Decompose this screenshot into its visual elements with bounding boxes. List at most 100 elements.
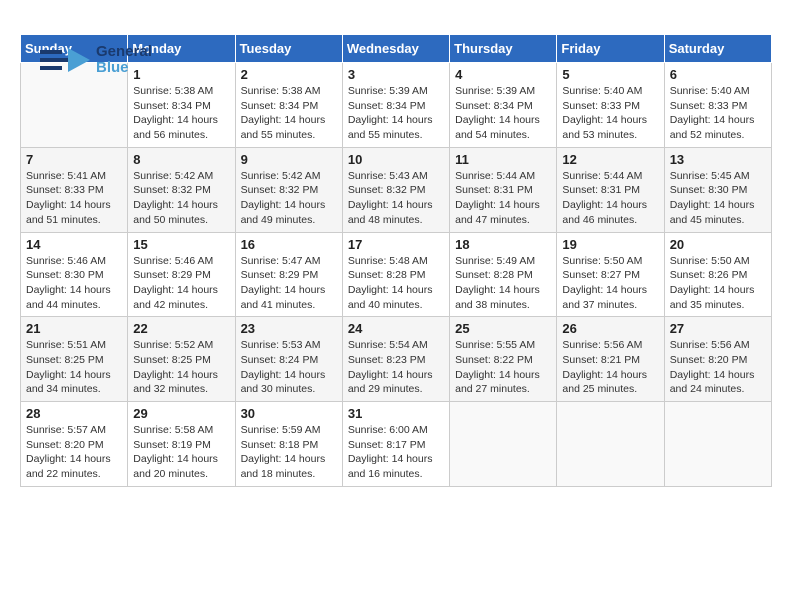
cell-date: 7 [26, 152, 122, 167]
cell-info: Sunrise: 5:41 AMSunset: 8:33 PMDaylight:… [26, 169, 122, 228]
calendar-cell: 22 Sunrise: 5:52 AMSunset: 8:25 PMDayligh… [128, 317, 235, 402]
cell-info: Sunrise: 5:39 AMSunset: 8:34 PMDaylight:… [348, 84, 444, 143]
calendar-cell: 29 Sunrise: 5:58 AMSunset: 8:19 PMDayligh… [128, 402, 235, 487]
cell-info: Sunrise: 5:42 AMSunset: 8:32 PMDaylight:… [133, 169, 229, 228]
calendar-cell: 14 Sunrise: 5:46 AMSunset: 8:30 PMDayligh… [21, 232, 128, 317]
cell-date: 28 [26, 406, 122, 421]
calendar-cell: 10 Sunrise: 5:43 AMSunset: 8:32 PMDayligh… [342, 147, 449, 232]
cell-date: 19 [562, 237, 658, 252]
cell-date: 29 [133, 406, 229, 421]
cell-date: 14 [26, 237, 122, 252]
calendar-cell: 21 Sunrise: 5:51 AMSunset: 8:25 PMDayligh… [21, 317, 128, 402]
cell-info: Sunrise: 5:50 AMSunset: 8:27 PMDaylight:… [562, 254, 658, 313]
cell-date: 27 [670, 321, 766, 336]
cell-date: 22 [133, 321, 229, 336]
cell-info: Sunrise: 5:49 AMSunset: 8:28 PMDaylight:… [455, 254, 551, 313]
calendar-cell: 5 Sunrise: 5:40 AMSunset: 8:33 PMDaylight… [557, 63, 664, 148]
cell-info: Sunrise: 5:47 AMSunset: 8:29 PMDaylight:… [241, 254, 337, 313]
cell-date: 21 [26, 321, 122, 336]
cell-info: Sunrise: 5:48 AMSunset: 8:28 PMDaylight:… [348, 254, 444, 313]
cell-info: Sunrise: 5:52 AMSunset: 8:25 PMDaylight:… [133, 338, 229, 397]
cell-date: 17 [348, 237, 444, 252]
cell-info: Sunrise: 5:53 AMSunset: 8:24 PMDaylight:… [241, 338, 337, 397]
cell-date: 25 [455, 321, 551, 336]
calendar-cell: 16 Sunrise: 5:47 AMSunset: 8:29 PMDayligh… [235, 232, 342, 317]
cell-info: Sunrise: 5:51 AMSunset: 8:25 PMDaylight:… [26, 338, 122, 397]
calendar-cell: 6 Sunrise: 5:40 AMSunset: 8:33 PMDaylight… [664, 63, 771, 148]
cell-date: 23 [241, 321, 337, 336]
weekday-header-saturday: Saturday [664, 35, 771, 63]
cell-date: 11 [455, 152, 551, 167]
calendar-cell: 23 Sunrise: 5:53 AMSunset: 8:24 PMDayligh… [235, 317, 342, 402]
calendar-cell: 17 Sunrise: 5:48 AMSunset: 8:28 PMDayligh… [342, 232, 449, 317]
cell-date: 9 [241, 152, 337, 167]
cell-date: 10 [348, 152, 444, 167]
cell-date: 3 [348, 67, 444, 82]
weekday-header-friday: Friday [557, 35, 664, 63]
cell-info: Sunrise: 5:39 AMSunset: 8:34 PMDaylight:… [455, 84, 551, 143]
logo-general: General [96, 43, 152, 60]
weekday-header-tuesday: Tuesday [235, 35, 342, 63]
cell-date: 20 [670, 237, 766, 252]
cell-info: Sunrise: 6:00 AMSunset: 8:17 PMDaylight:… [348, 423, 444, 482]
cell-date: 18 [455, 237, 551, 252]
calendar-cell: 9 Sunrise: 5:42 AMSunset: 8:32 PMDaylight… [235, 147, 342, 232]
cell-info: Sunrise: 5:57 AMSunset: 8:20 PMDaylight:… [26, 423, 122, 482]
cell-info: Sunrise: 5:44 AMSunset: 8:31 PMDaylight:… [455, 169, 551, 228]
calendar-cell: 3 Sunrise: 5:39 AMSunset: 8:34 PMDaylight… [342, 63, 449, 148]
cell-info: Sunrise: 5:38 AMSunset: 8:34 PMDaylight:… [133, 84, 229, 143]
calendar-cell: 19 Sunrise: 5:50 AMSunset: 8:27 PMDayligh… [557, 232, 664, 317]
cell-info: Sunrise: 5:40 AMSunset: 8:33 PMDaylight:… [670, 84, 766, 143]
calendar-cell: 28 Sunrise: 5:57 AMSunset: 8:20 PMDayligh… [21, 402, 128, 487]
cell-date: 4 [455, 67, 551, 82]
weekday-header-wednesday: Wednesday [342, 35, 449, 63]
calendar-cell: 24 Sunrise: 5:54 AMSunset: 8:23 PMDayligh… [342, 317, 449, 402]
cell-date: 6 [670, 67, 766, 82]
cell-info: Sunrise: 5:50 AMSunset: 8:26 PMDaylight:… [670, 254, 766, 313]
calendar-cell: 12 Sunrise: 5:44 AMSunset: 8:31 PMDayligh… [557, 147, 664, 232]
cell-info: Sunrise: 5:45 AMSunset: 8:30 PMDaylight:… [670, 169, 766, 228]
calendar-cell: 7 Sunrise: 5:41 AMSunset: 8:33 PMDaylight… [21, 147, 128, 232]
cell-info: Sunrise: 5:56 AMSunset: 8:20 PMDaylight:… [670, 338, 766, 397]
cell-info: Sunrise: 5:46 AMSunset: 8:29 PMDaylight:… [133, 254, 229, 313]
calendar-cell: 11 Sunrise: 5:44 AMSunset: 8:31 PMDayligh… [450, 147, 557, 232]
cell-date: 31 [348, 406, 444, 421]
calendar-cell: 20 Sunrise: 5:50 AMSunset: 8:26 PMDayligh… [664, 232, 771, 317]
cell-info: Sunrise: 5:40 AMSunset: 8:33 PMDaylight:… [562, 84, 658, 143]
cell-info: Sunrise: 5:43 AMSunset: 8:32 PMDaylight:… [348, 169, 444, 228]
cell-info: Sunrise: 5:42 AMSunset: 8:32 PMDaylight:… [241, 169, 337, 228]
cell-date: 15 [133, 237, 229, 252]
cell-date: 5 [562, 67, 658, 82]
cell-date: 13 [670, 152, 766, 167]
calendar-cell: 15 Sunrise: 5:46 AMSunset: 8:29 PMDayligh… [128, 232, 235, 317]
cell-date: 16 [241, 237, 337, 252]
cell-info: Sunrise: 5:59 AMSunset: 8:18 PMDaylight:… [241, 423, 337, 482]
calendar-cell: 18 Sunrise: 5:49 AMSunset: 8:28 PMDayligh… [450, 232, 557, 317]
calendar-cell [450, 402, 557, 487]
calendar-cell [557, 402, 664, 487]
cell-info: Sunrise: 5:55 AMSunset: 8:22 PMDaylight:… [455, 338, 551, 397]
cell-date: 26 [562, 321, 658, 336]
cell-info: Sunrise: 5:54 AMSunset: 8:23 PMDaylight:… [348, 338, 444, 397]
weekday-header-thursday: Thursday [450, 35, 557, 63]
calendar-cell: 8 Sunrise: 5:42 AMSunset: 8:32 PMDaylight… [128, 147, 235, 232]
cell-date: 24 [348, 321, 444, 336]
calendar-cell: 30 Sunrise: 5:59 AMSunset: 8:18 PMDayligh… [235, 402, 342, 487]
calendar-table: SundayMondayTuesdayWednesdayThursdayFrid… [20, 34, 772, 487]
cell-info: Sunrise: 5:38 AMSunset: 8:34 PMDaylight:… [241, 84, 337, 143]
logo: General Blue [40, 40, 152, 80]
calendar-cell: 25 Sunrise: 5:55 AMSunset: 8:22 PMDayligh… [450, 317, 557, 402]
cell-info: Sunrise: 5:56 AMSunset: 8:21 PMDaylight:… [562, 338, 658, 397]
cell-info: Sunrise: 5:44 AMSunset: 8:31 PMDaylight:… [562, 169, 658, 228]
cell-date: 12 [562, 152, 658, 167]
calendar-cell: 13 Sunrise: 5:45 AMSunset: 8:30 PMDayligh… [664, 147, 771, 232]
calendar-cell: 27 Sunrise: 5:56 AMSunset: 8:20 PMDayligh… [664, 317, 771, 402]
cell-info: Sunrise: 5:46 AMSunset: 8:30 PMDaylight:… [26, 254, 122, 313]
cell-info: Sunrise: 5:58 AMSunset: 8:19 PMDaylight:… [133, 423, 229, 482]
calendar-cell: 26 Sunrise: 5:56 AMSunset: 8:21 PMDayligh… [557, 317, 664, 402]
calendar-cell: 2Sunrise: 5:38 AMSunset: 8:34 PMDaylight… [235, 63, 342, 148]
calendar-cell: 4 Sunrise: 5:39 AMSunset: 8:34 PMDaylight… [450, 63, 557, 148]
cell-date: 30 [241, 406, 337, 421]
logo-blue: Blue [96, 59, 129, 76]
cell-date: 8 [133, 152, 229, 167]
